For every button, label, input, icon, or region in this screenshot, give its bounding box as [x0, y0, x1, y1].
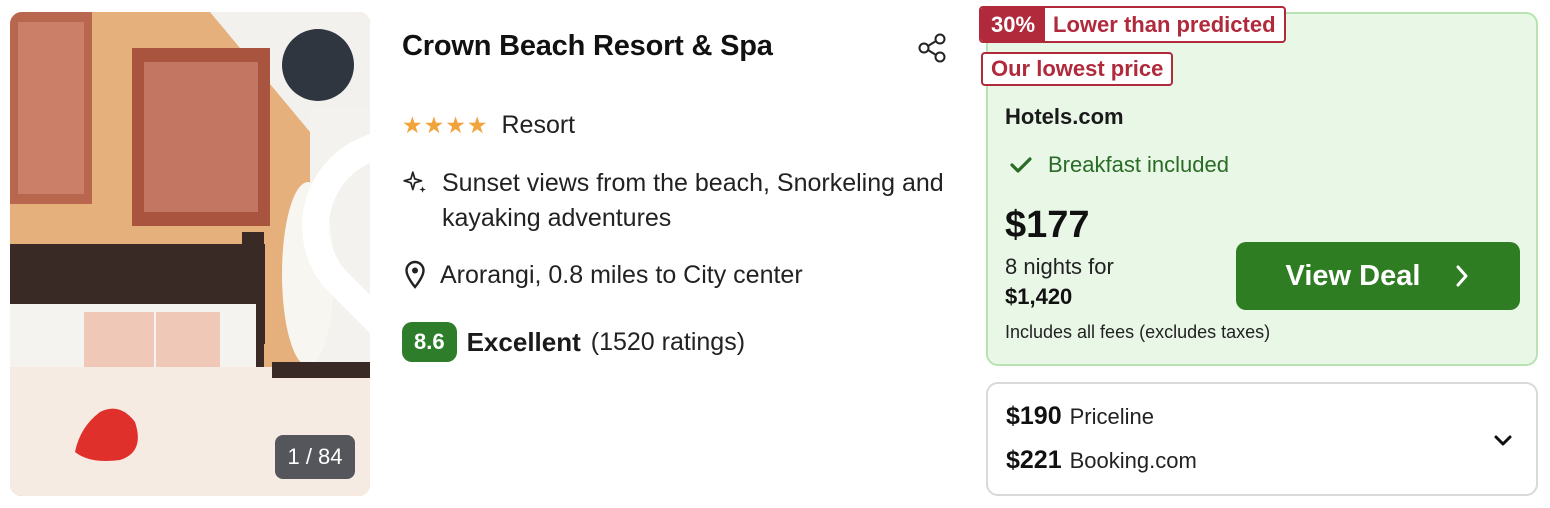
review-score-badge: 8.6	[402, 322, 457, 362]
price-prediction-badge: 30% Lower than predicted	[979, 6, 1286, 43]
hotel-photo[interactable]: 1 / 84	[10, 12, 370, 496]
offer-row[interactable]: $190 Priceline	[1006, 402, 1154, 431]
rating-count: (1520 ratings)	[590, 327, 746, 356]
star-rating: ★ ★ ★ ★	[402, 114, 488, 137]
star-rating-row: ★ ★ ★ ★ Resort	[402, 111, 575, 140]
rating-word: Excellent	[466, 326, 581, 357]
checkmark-icon	[1010, 157, 1032, 173]
highlights-text: Sunset views from the beach, Snorkeling …	[442, 169, 944, 232]
view-deal-button[interactable]: View Deal	[1236, 242, 1520, 310]
location-pin-icon	[405, 260, 425, 289]
lowest-price-badge: Our lowest price	[981, 52, 1174, 86]
prediction-text: Lower than predicted	[1053, 11, 1276, 37]
star-icon: ★	[445, 112, 466, 138]
discount-percent: 30%	[981, 8, 1046, 41]
review-rating-row[interactable]: 8.6 Excellent (1520 ratings)	[402, 322, 745, 362]
offer-price: $190	[1006, 402, 1062, 430]
chevron-down-icon[interactable]	[1492, 430, 1514, 452]
nightly-price: $177	[1005, 204, 1090, 246]
hotel-info: Crown Beach Resort & Spa ★ ★ ★ ★ Resort Sun…	[402, 0, 972, 508]
favorite-button[interactable]	[282, 29, 370, 334]
location-row: Arorangi, 0.8 miles to City center	[402, 260, 803, 290]
fees-note: Includes all fees (excludes taxes)	[1005, 322, 1271, 342]
location-text: Arorangi, 0.8 miles to City center	[440, 260, 803, 289]
star-icon: ★	[423, 112, 445, 138]
offer-price: $221	[1006, 446, 1062, 474]
nights-label: 8 nights for	[1005, 254, 1114, 279]
offer-row[interactable]: $221 Booking.com	[1006, 446, 1197, 475]
share-icon[interactable]	[916, 32, 948, 64]
chevron-right-icon	[1456, 265, 1468, 287]
other-offers-card[interactable]: $190 Priceline $221 Booking.com	[986, 382, 1538, 496]
sparkle-icon	[403, 171, 426, 193]
star-icon: ★	[402, 112, 423, 138]
total-price: $1,420	[1005, 284, 1073, 309]
offer-provider: Priceline	[1069, 404, 1154, 429]
hotel-name[interactable]: Crown Beach Resort & Spa	[402, 30, 773, 63]
deal-provider: Hotels.com	[1005, 104, 1124, 129]
photo-counter: 1 / 84	[275, 435, 355, 479]
heart-icon	[302, 134, 370, 334]
amenity-row: Breakfast included	[1010, 152, 1229, 178]
view-deal-label: View Deal	[1285, 259, 1421, 292]
highlights-row: Sunset views from the beach, Snorkeling …	[402, 166, 972, 236]
amenity-text: Breakfast included	[1048, 152, 1229, 177]
property-type: Resort	[501, 111, 576, 139]
star-icon: ★	[466, 112, 488, 138]
offer-provider: Booking.com	[1069, 448, 1197, 473]
